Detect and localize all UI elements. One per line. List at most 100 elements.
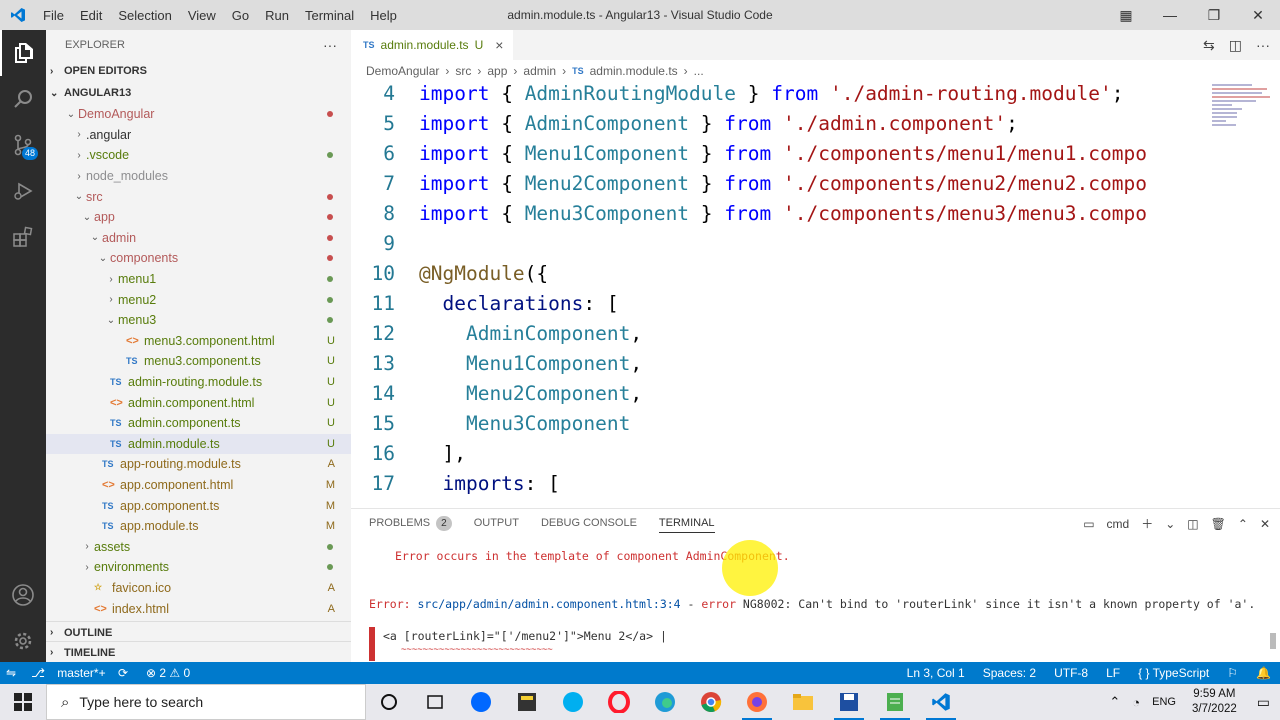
- language-mode[interactable]: { } TypeScript: [1129, 666, 1218, 680]
- line-ending[interactable]: LF: [1097, 666, 1129, 680]
- notepad-icon[interactable]: [872, 684, 918, 720]
- skype-icon[interactable]: [550, 684, 596, 720]
- source-control-icon[interactable]: 48: [0, 122, 46, 168]
- extensions-icon[interactable]: [0, 214, 46, 260]
- split-editor-icon[interactable]: ◫: [1229, 37, 1242, 54]
- sticky-notes-icon[interactable]: [504, 684, 550, 720]
- panel-scrollbar[interactable]: [1270, 633, 1276, 649]
- sync-icon[interactable]: ⟳: [118, 666, 128, 680]
- tree-item[interactable]: › node_modules: [46, 166, 351, 187]
- panel-tab-output[interactable]: OUTPUT: [474, 517, 519, 529]
- editor-more-icon[interactable]: ···: [1256, 37, 1270, 53]
- layout-icon[interactable]: ▦: [1104, 0, 1148, 30]
- timeline-section[interactable]: › TIMELINE: [46, 641, 351, 663]
- minimize-button[interactable]: —: [1148, 0, 1192, 30]
- tab-close-icon[interactable]: ×: [495, 37, 503, 53]
- tree-item[interactable]: TS app-routing.module.ts A: [46, 454, 351, 475]
- indentation[interactable]: Spaces: 2: [974, 666, 1045, 680]
- tree-item[interactable]: › assets: [46, 536, 351, 557]
- panel-tab-problems[interactable]: PROBLEMS 2: [369, 515, 452, 531]
- account-icon[interactable]: [0, 572, 46, 618]
- tree-item[interactable]: <> admin.component.html U: [46, 392, 351, 413]
- open-editors-section[interactable]: › OPEN EDITORS: [46, 60, 351, 82]
- code-view[interactable]: 4 import { AdminRoutingModule } from './a…: [351, 78, 1201, 508]
- explorer-icon[interactable]: [0, 30, 46, 76]
- save-app-icon[interactable]: [826, 684, 872, 720]
- branch-indicator[interactable]: ⎇ master*+ ⟳: [22, 666, 137, 680]
- panel-tab-debug-console[interactable]: DEBUG CONSOLE: [541, 517, 637, 529]
- zalo-icon[interactable]: [458, 684, 504, 720]
- encoding[interactable]: UTF-8: [1045, 666, 1097, 680]
- wifi-icon[interactable]: ◔: [1126, 695, 1146, 710]
- chrome-icon[interactable]: [688, 684, 734, 720]
- tree-item[interactable]: TS admin.component.ts U: [46, 413, 351, 434]
- tray-chevron-icon[interactable]: ⌃: [1103, 694, 1126, 710]
- menu-edit[interactable]: Edit: [72, 8, 110, 23]
- tree-item[interactable]: <> index.html A: [46, 598, 351, 619]
- close-button[interactable]: ✕: [1236, 0, 1280, 30]
- workspace-root[interactable]: ⌄ ANGULAR13: [46, 82, 351, 104]
- notifications-icon[interactable]: 🔔: [1247, 666, 1280, 680]
- breadcrumb-item[interactable]: admin: [523, 64, 556, 78]
- menu-selection[interactable]: Selection: [110, 8, 179, 23]
- menu-file[interactable]: File: [35, 8, 72, 23]
- tree-item[interactable]: › .angular: [46, 125, 351, 146]
- tree-item[interactable]: ⌄ components: [46, 248, 351, 269]
- tree-item[interactable]: TS app.module.ts M: [46, 516, 351, 537]
- notification-center-icon[interactable]: ▭: [1247, 694, 1280, 711]
- run-debug-icon[interactable]: [0, 168, 46, 214]
- tree-item[interactable]: TS admin-routing.module.ts U: [46, 372, 351, 393]
- tree-item[interactable]: › menu1: [46, 269, 351, 290]
- breadcrumb-item[interactable]: src: [455, 64, 471, 78]
- breadcrumb-item[interactable]: admin.module.ts: [590, 64, 678, 78]
- tree-item[interactable]: › menu2: [46, 289, 351, 310]
- breadcrumb-item[interactable]: ...: [694, 64, 704, 78]
- maximize-panel-icon[interactable]: ⌃: [1238, 517, 1248, 531]
- menu-view[interactable]: View: [180, 8, 224, 23]
- new-terminal-icon[interactable]: ＋: [1141, 515, 1153, 532]
- terminal-shell-label[interactable]: cmd: [1107, 517, 1130, 531]
- tree-item[interactable]: TS menu3.component.ts U: [46, 351, 351, 372]
- file-explorer-icon[interactable]: [780, 684, 826, 720]
- maximize-button[interactable]: ❐: [1192, 0, 1236, 30]
- vscode-taskbar-icon[interactable]: [918, 684, 964, 720]
- menu-help[interactable]: Help: [362, 8, 405, 23]
- edge-icon[interactable]: [642, 684, 688, 720]
- menu-run[interactable]: Run: [257, 8, 297, 23]
- minimap[interactable]: [1202, 82, 1280, 142]
- tree-item[interactable]: <> app.component.html M: [46, 475, 351, 496]
- feedback-icon[interactable]: ⚐: [1218, 666, 1247, 680]
- outline-section[interactable]: › OUTLINE: [46, 621, 351, 643]
- tree-item[interactable]: ⌄ admin: [46, 228, 351, 249]
- tree-item[interactable]: ⌄ menu3: [46, 310, 351, 331]
- tab-admin-module[interactable]: TS admin.module.ts U ×: [351, 30, 514, 60]
- panel-tab-terminal[interactable]: TERMINAL: [658, 517, 715, 533]
- cortana-icon[interactable]: [366, 684, 412, 720]
- breadcrumb-item[interactable]: app: [487, 64, 507, 78]
- tree-item[interactable]: › .vscode: [46, 145, 351, 166]
- tree-item[interactable]: ⌄ DemoAngular: [46, 104, 351, 125]
- settings-gear-icon[interactable]: [0, 618, 46, 664]
- clock[interactable]: 9:59 AM 3/7/2022: [1182, 687, 1247, 717]
- menu-terminal[interactable]: Terminal: [297, 8, 362, 23]
- tree-item[interactable]: ⌄ app: [46, 207, 351, 228]
- tree-item[interactable]: ☆ favicon.ico A: [46, 578, 351, 599]
- search-icon[interactable]: [0, 76, 46, 122]
- terminal-shell-icon[interactable]: ▭: [1083, 517, 1094, 531]
- tree-item[interactable]: <> menu3.component.html U: [46, 331, 351, 352]
- firefox-icon[interactable]: [734, 684, 780, 720]
- split-terminal-icon[interactable]: ◫: [1187, 517, 1198, 531]
- tree-item[interactable]: TS app.component.ts M: [46, 495, 351, 516]
- more-actions-icon[interactable]: ···: [323, 37, 337, 53]
- remote-icon[interactable]: ⇋: [0, 666, 22, 680]
- problems-indicator[interactable]: ⊗ 2 ⚠ 0: [137, 666, 199, 680]
- breadcrumb-item[interactable]: DemoAngular: [366, 64, 439, 78]
- trash-icon[interactable]: 🗑: [1211, 517, 1226, 531]
- taskbar-search[interactable]: ⌕ Type here to search: [46, 684, 366, 720]
- terminal-dropdown-icon[interactable]: ⌄: [1165, 517, 1175, 531]
- input-language[interactable]: ENG: [1146, 696, 1182, 708]
- tree-item[interactable]: TS admin.module.ts U: [46, 433, 351, 455]
- close-panel-icon[interactable]: ✕: [1260, 517, 1270, 531]
- tree-item[interactable]: › environments: [46, 557, 351, 578]
- menu-go[interactable]: Go: [224, 8, 257, 23]
